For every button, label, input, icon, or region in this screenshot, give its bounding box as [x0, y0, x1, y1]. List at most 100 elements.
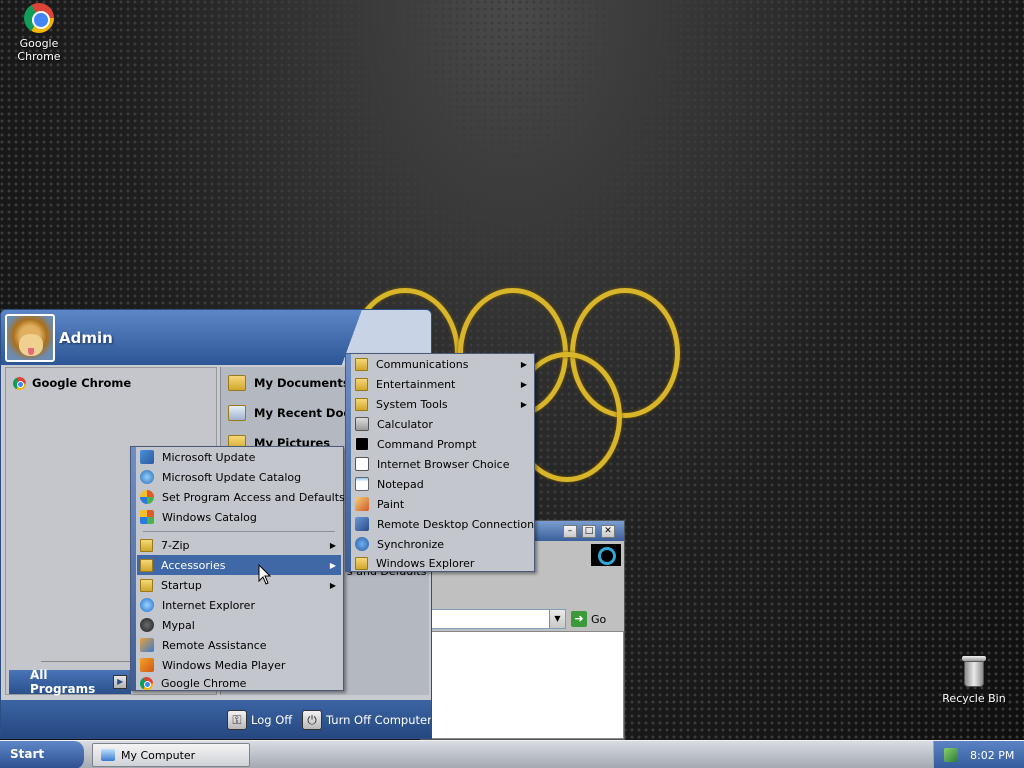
menu-item-label: Accessories — [161, 558, 226, 572]
folder-icon — [355, 357, 368, 371]
menu-item-label: Microsoft Update Catalog — [162, 470, 302, 484]
menu-item-google-chrome[interactable]: Google Chrome — [137, 675, 341, 692]
address-bar[interactable]: ▼ — [431, 609, 566, 629]
power-icon: ⏻ — [302, 710, 322, 730]
maximize-button[interactable]: □ — [582, 525, 596, 538]
programs-menu: Microsoft Update Microsoft Update Catalo… — [130, 446, 345, 692]
menu-item-label: Internet Explorer — [162, 598, 255, 612]
desktop-icon-chrome[interactable]: Google Chrome — [0, 3, 78, 63]
menu-item-7zip[interactable]: 7-Zip ▶ — [137, 535, 341, 555]
menu-item-startup[interactable]: Startup ▶ — [137, 575, 341, 595]
menu-item-label: Internet Browser Choice — [377, 457, 510, 471]
desktop-icon-label: Recycle Bin — [942, 692, 1006, 705]
all-programs-button[interactable]: All Programs ▶ — [9, 668, 131, 696]
go-button[interactable]: ➜ Go — [571, 609, 606, 629]
menu-item-label: Command Prompt — [377, 437, 477, 451]
menu-item-calculator[interactable]: Calculator — [352, 414, 532, 434]
menu-item-notepad[interactable]: Notepad — [352, 474, 532, 494]
menu-item-command-prompt[interactable]: Command Prompt — [352, 434, 532, 454]
notepad-icon — [355, 477, 369, 491]
chrome-icon — [24, 3, 54, 33]
window-content-area[interactable] — [431, 631, 624, 739]
paint-icon — [355, 497, 369, 511]
taskbar-item-my-computer[interactable]: My Computer — [92, 743, 250, 767]
menu-item-program-access[interactable]: Set Program Access and Defaults — [137, 487, 345, 507]
menu-item-label: Google Chrome — [161, 677, 247, 690]
system-tray: 8:02 PM — [933, 741, 1024, 768]
task-label: My Computer — [121, 748, 196, 762]
mouse-cursor-icon — [258, 564, 272, 585]
menu-item-communications[interactable]: Communications ▶ — [352, 354, 532, 374]
go-arrow-icon: ➜ — [571, 611, 587, 627]
catalog-icon — [140, 510, 154, 524]
menu-item-mypal[interactable]: Mypal — [137, 615, 341, 635]
menu-item-label: Remote Desktop Connection — [377, 517, 535, 531]
menu-item-internet-explorer[interactable]: Internet Explorer — [137, 595, 341, 615]
menu-item-system-tools[interactable]: System Tools ▶ — [352, 394, 532, 414]
start-button[interactable]: Start — [0, 741, 84, 768]
user-avatar[interactable] — [5, 314, 55, 362]
turn-off-button[interactable]: ⏻ Turn Off Computer — [302, 710, 432, 730]
start-menu-footer: ⚿ Log Off ⏻ Turn Off Computer — [1, 700, 432, 738]
desktop-icon-label: Google Chrome — [17, 37, 61, 63]
item-label: My Documents — [254, 376, 350, 390]
chrome-icon — [13, 376, 26, 390]
submenu-arrow-icon: ▶ — [520, 399, 527, 409]
my-documents-item[interactable]: My Documents — [228, 375, 350, 391]
menu-item-label: Windows Catalog — [162, 510, 257, 524]
clock[interactable]: 8:02 PM — [970, 749, 1014, 762]
my-recent-documents-item[interactable]: My Recent Docu — [228, 405, 358, 421]
submenu-arrow-icon: ▶ — [329, 560, 336, 570]
go-label: Go — [591, 612, 607, 626]
arrow-right-icon: ▶ — [113, 675, 127, 689]
close-button[interactable]: ✕ — [601, 525, 615, 538]
desktop-icon-recycle-bin[interactable]: Recycle Bin — [938, 656, 1010, 705]
menu-item-media-player[interactable]: Windows Media Player — [137, 655, 341, 675]
submenu-arrow-icon: ▶ — [520, 379, 527, 389]
log-off-button[interactable]: ⚿ Log Off — [227, 710, 292, 730]
log-off-label: Log Off — [251, 713, 293, 727]
menu-item-update-catalog[interactable]: Microsoft Update Catalog — [137, 467, 341, 487]
pinned-chrome[interactable]: Google Chrome — [13, 376, 131, 390]
explorer-icon — [355, 557, 368, 570]
menu-item-windows-catalog[interactable]: Windows Catalog — [137, 507, 341, 527]
command-prompt-icon — [355, 437, 369, 451]
item-label: My Recent Docu — [254, 406, 359, 420]
taskbar: Start My Computer 8:02 PM — [0, 740, 1024, 768]
start-label: Start — [10, 747, 45, 761]
menu-item-microsoft-update[interactable]: Microsoft Update — [137, 447, 341, 467]
menu-item-synchronize[interactable]: Synchronize — [352, 534, 532, 554]
menu-item-windows-explorer[interactable]: Windows Explorer — [352, 554, 532, 573]
turn-off-label: Turn Off Computer — [326, 713, 432, 727]
minimize-button[interactable]: – — [563, 525, 577, 538]
menu-item-label: Windows Explorer — [376, 557, 475, 570]
program-access-icon — [140, 490, 154, 504]
menu-item-accessories[interactable]: Accessories ▶ — [137, 555, 341, 575]
menu-item-label: Mypal — [162, 618, 195, 632]
globe-icon — [140, 470, 154, 484]
accessories-menu: Communications ▶ Entertainment ▶ System … — [345, 353, 535, 572]
menu-item-label: Communications — [376, 357, 469, 371]
menu-item-paint[interactable]: Paint — [352, 494, 532, 514]
user-name: Admin — [59, 329, 113, 347]
my-recent-documents-icon — [228, 405, 246, 421]
calculator-icon — [355, 417, 369, 431]
menu-item-label: Notepad — [377, 477, 424, 491]
chevron-down-icon[interactable]: ▼ — [549, 610, 565, 628]
menu-item-entertainment[interactable]: Entertainment ▶ — [352, 374, 532, 394]
menu-item-label: Set Program Access and Defaults — [162, 490, 345, 504]
my-documents-icon — [228, 375, 246, 391]
menu-item-label: Synchronize — [377, 537, 445, 551]
folder-icon — [140, 538, 153, 552]
menu-item-label: System Tools — [376, 397, 448, 411]
menu-item-browser-choice[interactable]: Internet Browser Choice — [352, 454, 532, 474]
computer-icon — [101, 749, 115, 761]
menu-item-label: Paint — [377, 497, 405, 511]
menu-item-remote-assistance[interactable]: Remote Assistance — [137, 635, 341, 655]
remote-desktop-icon — [355, 517, 369, 531]
folder-icon — [140, 558, 153, 572]
menu-item-remote-desktop[interactable]: Remote Desktop Connection — [352, 514, 535, 534]
mypal-icon — [140, 618, 154, 632]
network-icon[interactable] — [944, 748, 958, 762]
menu-separator — [143, 531, 335, 532]
